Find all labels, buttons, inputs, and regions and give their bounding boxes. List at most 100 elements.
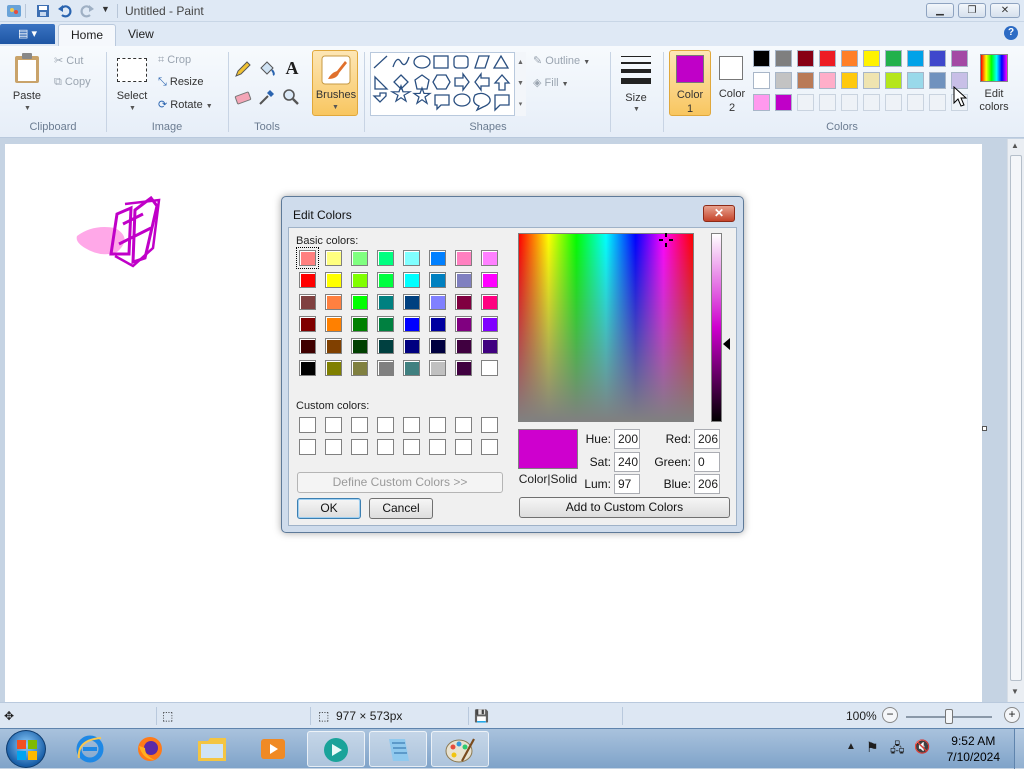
customize-qat-dropdown[interactable]: ▼ bbox=[101, 4, 110, 14]
basic-color-swatch[interactable] bbox=[481, 294, 498, 310]
palette-swatch[interactable] bbox=[885, 72, 902, 89]
custom-color-swatch[interactable] bbox=[481, 439, 498, 455]
shapes-scroll[interactable]: ▲ ▼ ▾ bbox=[514, 52, 526, 116]
palette-swatch[interactable] bbox=[885, 50, 902, 67]
copy-button[interactable]: ⧉ Copy bbox=[54, 76, 91, 89]
palette-empty-slot[interactable] bbox=[929, 94, 946, 111]
palette-swatch[interactable] bbox=[819, 50, 836, 67]
basic-color-swatch[interactable] bbox=[299, 272, 316, 288]
hue-input[interactable]: 200 bbox=[614, 429, 640, 449]
network-icon[interactable]: 🖧 bbox=[890, 739, 905, 761]
show-hidden-icons-button[interactable]: ▲ bbox=[846, 741, 856, 752]
basic-color-swatch[interactable] bbox=[325, 360, 342, 376]
eraser-icon[interactable] bbox=[233, 87, 253, 107]
help-icon[interactable]: ? bbox=[1004, 26, 1018, 40]
close-window-button[interactable]: ✕ bbox=[990, 3, 1020, 18]
palette-swatch[interactable] bbox=[797, 72, 814, 89]
zoom-in-button[interactable]: + bbox=[1004, 707, 1020, 723]
scroll-up-arrow[interactable]: ▲ bbox=[1011, 141, 1019, 150]
palette-swatch[interactable] bbox=[841, 72, 858, 89]
zoom-slider-thumb[interactable] bbox=[945, 709, 953, 724]
basic-color-swatch[interactable] bbox=[455, 316, 472, 332]
basic-color-swatch[interactable] bbox=[351, 250, 368, 266]
size-button[interactable]: Size ▼ bbox=[616, 50, 656, 116]
basic-color-swatch[interactable] bbox=[377, 272, 394, 288]
color1-button[interactable]: Color 1 bbox=[669, 50, 711, 116]
scroll-down-arrow[interactable]: ▼ bbox=[1011, 687, 1019, 696]
basic-color-swatch[interactable] bbox=[351, 272, 368, 288]
cut-button[interactable]: ✂ Cut bbox=[54, 54, 83, 67]
define-custom-colors-button[interactable]: Define Custom Colors >> bbox=[297, 472, 503, 493]
rotate-button[interactable]: ⟳ Rotate ▼ bbox=[158, 98, 213, 111]
show-desktop-button[interactable] bbox=[1014, 729, 1024, 769]
basic-color-swatch[interactable] bbox=[403, 272, 420, 288]
volume-muted-icon[interactable]: 🔇 bbox=[914, 739, 930, 755]
palette-swatch[interactable] bbox=[863, 72, 880, 89]
basic-color-swatch[interactable] bbox=[455, 250, 472, 266]
luminance-bar[interactable] bbox=[711, 233, 722, 422]
basic-color-swatch[interactable] bbox=[455, 272, 472, 288]
palette-empty-slot[interactable] bbox=[863, 94, 880, 111]
tab-home[interactable]: Home bbox=[58, 24, 117, 46]
start-button[interactable] bbox=[6, 730, 46, 768]
custom-color-swatch[interactable] bbox=[299, 439, 316, 455]
palette-swatch[interactable] bbox=[775, 72, 792, 89]
basic-color-swatch[interactable] bbox=[429, 360, 446, 376]
restore-button[interactable]: ❐ bbox=[958, 3, 986, 18]
custom-color-swatch[interactable] bbox=[377, 439, 394, 455]
dialog-close-button[interactable]: ✕ bbox=[703, 205, 735, 222]
basic-color-swatch[interactable] bbox=[403, 250, 420, 266]
basic-color-swatch[interactable] bbox=[403, 294, 420, 310]
palette-empty-slot[interactable] bbox=[819, 94, 836, 111]
text-tool-icon[interactable]: A bbox=[282, 58, 302, 78]
tab-view[interactable]: View bbox=[116, 24, 166, 46]
fill-bucket-icon[interactable] bbox=[257, 59, 277, 79]
taskbar-media-player[interactable] bbox=[244, 731, 302, 767]
basic-color-swatch[interactable] bbox=[299, 360, 316, 376]
basic-color-swatch[interactable] bbox=[481, 250, 498, 266]
paste-button[interactable]: Paste ▼ bbox=[8, 50, 46, 116]
save-icon[interactable] bbox=[35, 3, 51, 19]
palette-swatch[interactable] bbox=[929, 50, 946, 67]
canvas-resize-handle-right[interactable] bbox=[982, 426, 987, 431]
cancel-button[interactable]: Cancel bbox=[369, 498, 433, 519]
blue-input[interactable]: 206 bbox=[694, 474, 720, 494]
custom-color-swatch[interactable] bbox=[351, 439, 368, 455]
custom-color-swatch[interactable] bbox=[429, 439, 446, 455]
action-center-flag-icon[interactable]: ⚑ bbox=[866, 739, 879, 756]
palette-empty-slot[interactable] bbox=[797, 94, 814, 111]
palette-swatch[interactable] bbox=[753, 72, 770, 89]
custom-color-swatch[interactable] bbox=[325, 439, 342, 455]
taskbar-paint[interactable] bbox=[431, 731, 489, 767]
palette-empty-slot[interactable] bbox=[885, 94, 902, 111]
palette-empty-slot[interactable] bbox=[907, 94, 924, 111]
basic-color-swatch[interactable] bbox=[325, 250, 342, 266]
basic-color-swatch[interactable] bbox=[429, 272, 446, 288]
basic-color-swatch[interactable] bbox=[481, 272, 498, 288]
sat-input[interactable]: 240 bbox=[614, 452, 640, 472]
color2-button[interactable]: Color 2 bbox=[714, 50, 750, 116]
basic-color-swatch[interactable] bbox=[455, 360, 472, 376]
basic-color-swatch[interactable] bbox=[403, 338, 420, 354]
outline-button[interactable]: ✎ Outline ▼ bbox=[533, 54, 590, 67]
green-input[interactable]: 0 bbox=[694, 452, 720, 472]
redo-icon[interactable] bbox=[79, 3, 95, 19]
system-clock[interactable]: 9:52 AM 7/10/2024 bbox=[947, 733, 1000, 765]
basic-color-swatch[interactable] bbox=[351, 316, 368, 332]
taskbar-firefox[interactable] bbox=[121, 731, 179, 767]
basic-color-swatch[interactable] bbox=[429, 250, 446, 266]
basic-color-swatch[interactable] bbox=[351, 294, 368, 310]
custom-color-swatch[interactable] bbox=[351, 417, 368, 433]
palette-swatch[interactable] bbox=[819, 72, 836, 89]
palette-swatch[interactable] bbox=[951, 50, 968, 67]
fill-button[interactable]: ◈ Fill ▼ bbox=[533, 76, 569, 89]
basic-color-swatch[interactable] bbox=[325, 272, 342, 288]
basic-color-swatch[interactable] bbox=[403, 316, 420, 332]
custom-color-swatch[interactable] bbox=[403, 417, 420, 433]
palette-swatch[interactable] bbox=[753, 50, 770, 67]
basic-color-swatch[interactable] bbox=[325, 294, 342, 310]
basic-color-swatch[interactable] bbox=[429, 338, 446, 354]
red-input[interactable]: 206 bbox=[694, 429, 720, 449]
basic-color-swatch[interactable] bbox=[296, 247, 319, 269]
basic-color-swatch[interactable] bbox=[481, 338, 498, 354]
